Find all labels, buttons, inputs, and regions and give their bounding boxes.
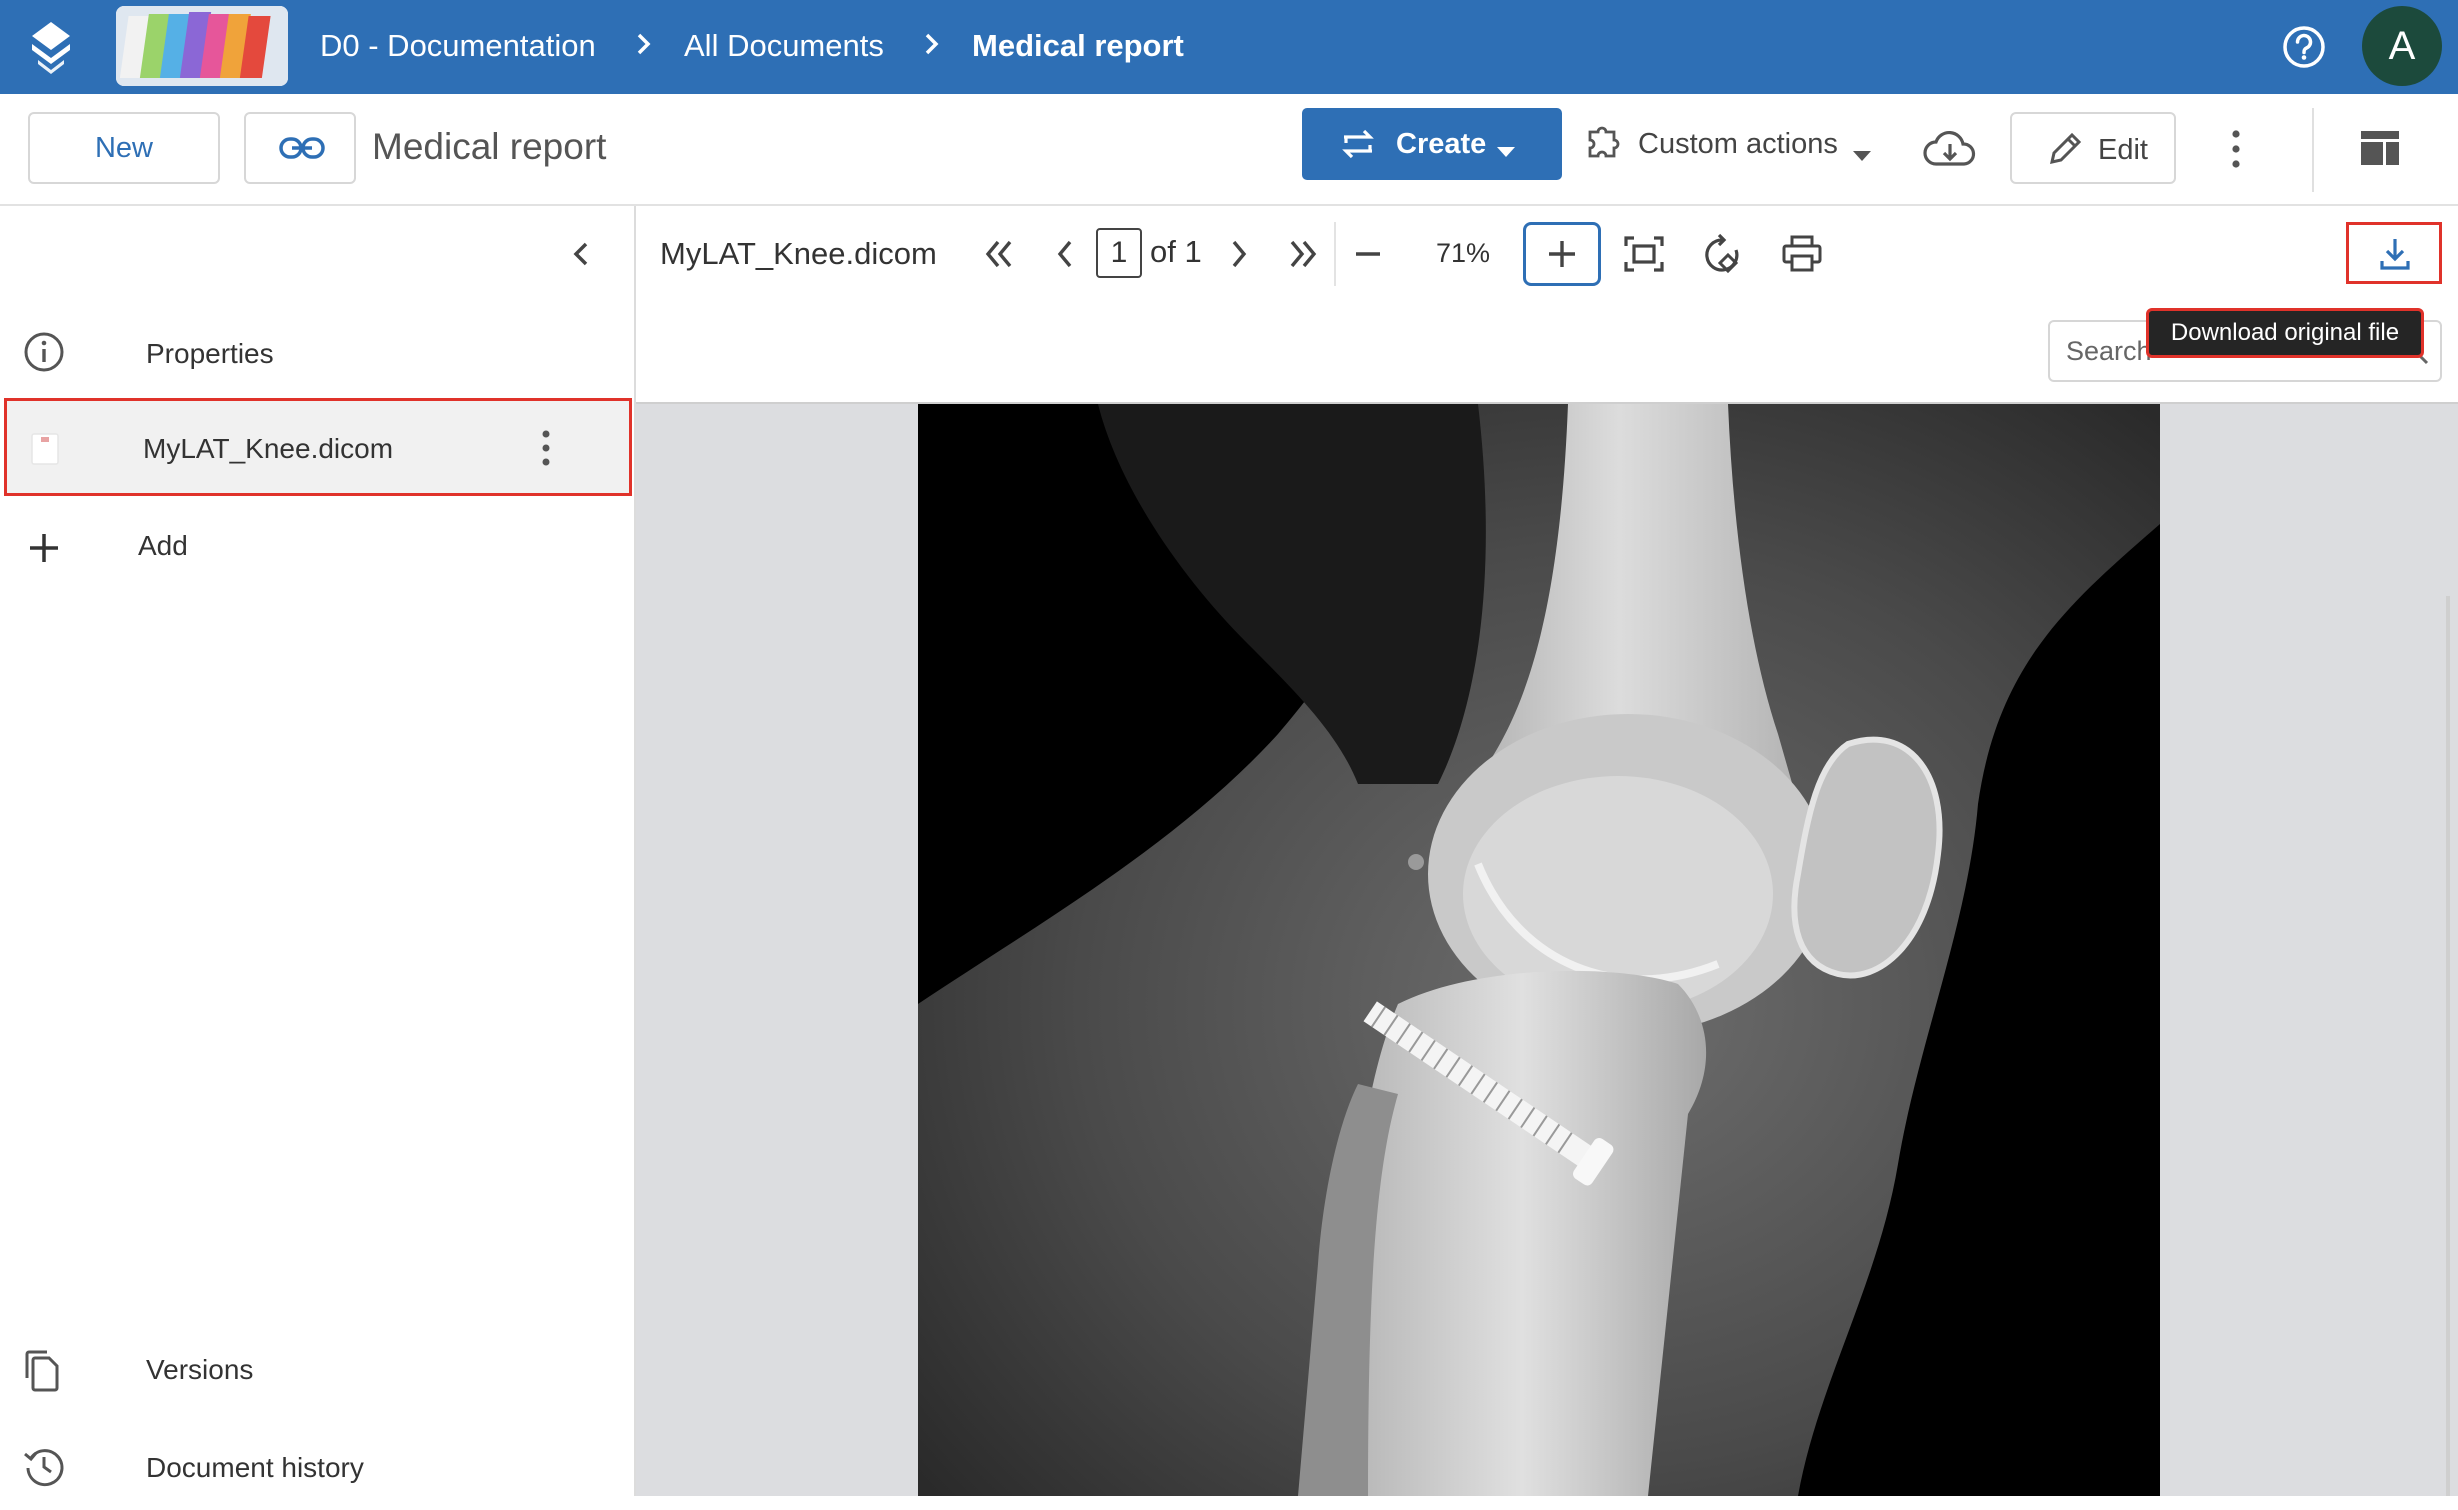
download-icon xyxy=(2377,235,2413,273)
app-logo-icon[interactable] xyxy=(28,20,74,74)
download-tooltip: Download original file xyxy=(2146,308,2424,358)
zoom-out-icon[interactable] xyxy=(1346,232,1390,276)
print-icon[interactable] xyxy=(1780,232,1824,276)
user-avatar[interactable]: A xyxy=(2362,6,2442,86)
copy-link-button[interactable] xyxy=(244,112,356,184)
history-icon xyxy=(22,1444,66,1488)
fit-page-icon[interactable] xyxy=(1622,232,1666,276)
previous-page-icon[interactable] xyxy=(1044,232,1088,276)
plus-icon xyxy=(22,526,66,570)
viewer-scrollbar[interactable] xyxy=(2446,596,2450,1496)
cloud-download-icon[interactable] xyxy=(1920,124,1980,174)
first-page-icon[interactable] xyxy=(978,232,1022,276)
collapse-sidebar-icon[interactable] xyxy=(566,236,596,272)
next-page-icon[interactable] xyxy=(1216,232,1260,276)
create-button-label: Create xyxy=(1396,128,1487,160)
zoom-level: 71% xyxy=(1436,238,1491,268)
versions-icon xyxy=(22,1348,66,1392)
edit-button-label: Edit xyxy=(2098,134,2148,166)
sidebar-item-file[interactable]: MyLAT_Knee.dicom xyxy=(4,398,632,496)
create-button[interactable]: Create xyxy=(1302,108,1562,180)
help-icon[interactable] xyxy=(2281,24,2327,70)
layout-panel-icon[interactable] xyxy=(2360,130,2400,166)
page-count-label: of 1 xyxy=(1150,234,1202,269)
puzzle-icon xyxy=(1584,120,1624,160)
sidebar-label-properties: Properties xyxy=(146,338,274,369)
sidebar-file-name: MyLAT_Knee.dicom xyxy=(143,433,394,464)
breadcrumb-workspace[interactable]: D0 - Documentation xyxy=(320,28,596,64)
rotate-icon[interactable] xyxy=(1702,232,1746,276)
link-icon xyxy=(278,132,326,164)
file-menu-icon[interactable] xyxy=(533,425,559,471)
new-button[interactable]: New xyxy=(28,112,220,184)
download-original-button[interactable] xyxy=(2346,222,2442,284)
dicom-file-icon xyxy=(31,433,59,465)
viewer-file-name: MyLAT_Knee.dicom xyxy=(660,236,937,271)
zoom-in-button[interactable] xyxy=(1523,222,1601,286)
edit-button[interactable]: Edit xyxy=(2010,112,2176,184)
knee-xray-image xyxy=(918,404,2160,1496)
breadcrumb-chevron-icon xyxy=(922,26,942,62)
swap-icon xyxy=(1340,126,1376,162)
page-number-input[interactable]: 1 xyxy=(1096,228,1142,278)
breadcrumb-current: Medical report xyxy=(972,28,1184,63)
caret-down-icon xyxy=(1496,134,1516,157)
sidebar-item-history[interactable]: Document history xyxy=(0,1422,634,1510)
pencil-icon xyxy=(2046,130,2084,168)
viewer-divider xyxy=(1334,222,1336,286)
sidebar-label-versions: Versions xyxy=(146,1354,254,1385)
breadcrumb-chevron-icon xyxy=(634,26,654,62)
last-page-icon[interactable] xyxy=(1280,232,1324,276)
document-title: Medical report xyxy=(372,126,607,167)
sidebar-item-properties[interactable]: Properties xyxy=(0,308,634,396)
custom-actions-label: Custom actions xyxy=(1638,128,1838,160)
more-vertical-icon[interactable] xyxy=(2218,122,2254,176)
zoom-in-icon xyxy=(1540,232,1584,276)
workspace-thumbnail[interactable] xyxy=(116,6,288,86)
toolbar-divider xyxy=(2312,108,2314,192)
sidebar-item-versions[interactable]: Versions xyxy=(0,1326,634,1414)
caret-down-icon xyxy=(1852,138,1872,161)
sidebar-label-add: Add xyxy=(138,530,188,561)
sidebar-item-add[interactable]: Add xyxy=(0,502,634,590)
info-icon xyxy=(22,330,66,374)
sidebar-label-history: Document history xyxy=(146,1452,364,1483)
breadcrumb-all-documents[interactable]: All Documents xyxy=(684,28,884,64)
